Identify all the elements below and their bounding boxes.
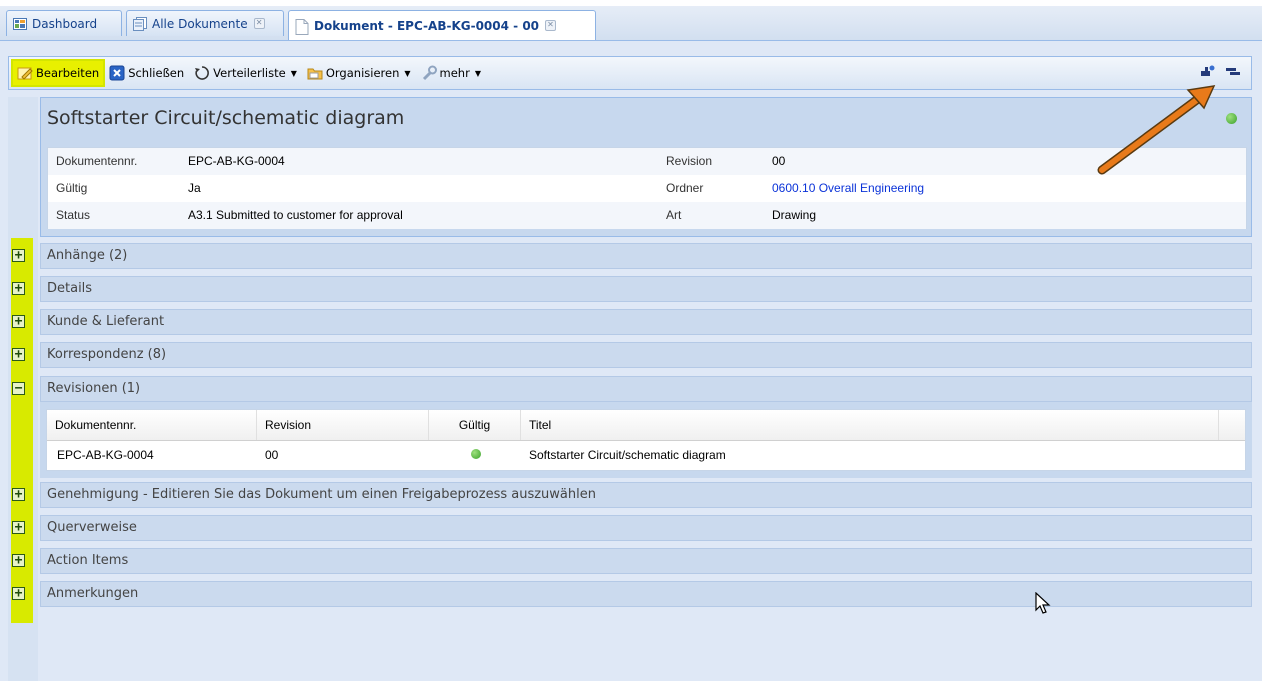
close-icon[interactable]: ✕	[253, 18, 265, 29]
type-label: Art	[666, 208, 682, 222]
close-icon[interactable]: ✕	[545, 20, 557, 31]
folder-icon	[307, 65, 323, 81]
document-info-table: Dokumentennr. EPC-AB-KG-0004 Revision 00…	[47, 147, 1247, 229]
docnr-label: Dokumentennr.	[56, 154, 138, 168]
distribution-list-button[interactable]: Verteilerliste ▼	[190, 61, 301, 85]
revision-label: Revision	[666, 154, 713, 168]
expand-icon[interactable]: +	[12, 488, 25, 501]
organize-button[interactable]: Organisieren ▼	[303, 61, 415, 85]
expand-icon[interactable]: +	[12, 282, 25, 295]
folder-label: Ordner	[666, 181, 704, 195]
toolbar-right	[1199, 63, 1241, 82]
revision-value: 00	[772, 154, 786, 168]
column-header-revision[interactable]: Revision	[257, 410, 429, 440]
tab-label: Dashboard	[32, 16, 98, 31]
valid-status-icon	[471, 449, 481, 459]
tab-label: Alle Dokumente	[152, 16, 248, 31]
tab-bar: Dashboard Alle Dokumente ✕ Dokument - EP…	[0, 0, 1262, 41]
edit-button[interactable]: Bearbeiten	[10, 59, 106, 87]
refresh-cycle-icon	[194, 65, 210, 81]
document-icon	[295, 18, 309, 35]
wrench-icon	[421, 65, 437, 81]
expand-icon[interactable]: +	[12, 587, 25, 600]
type-value: Drawing	[772, 208, 817, 222]
toolbar: Bearbeiten Schließen Verteilerliste ▼ Or…	[8, 56, 1252, 90]
cell-revision: 00	[265, 448, 279, 462]
tab-document[interactable]: Dokument - EPC-AB-KG-0004 - 00 ✕	[288, 10, 596, 40]
distribution-label: Verteilerliste	[213, 66, 286, 80]
section-label: Korrespondenz (8)	[47, 347, 167, 362]
mouse-cursor-icon	[1035, 592, 1051, 614]
close-button[interactable]: Schließen	[105, 61, 188, 85]
documents-icon	[133, 16, 147, 31]
expand-icon[interactable]: +	[12, 315, 25, 328]
section-label: Anmerkungen	[47, 586, 139, 601]
section-label: Genehmigung - Editieren Sie das Dokument…	[47, 487, 596, 502]
section-label: Kunde & Lieferant	[47, 314, 165, 329]
column-header-valid[interactable]: Gültig	[429, 410, 521, 440]
cell-title: Softstarter Circuit/schematic diagram	[529, 448, 726, 462]
chevron-down-icon: ▼	[474, 68, 481, 78]
section-customer-supplier[interactable]: Kunde & Lieferant	[40, 309, 1252, 335]
section-label: Revisionen (1)	[47, 381, 141, 396]
section-action-items[interactable]: Action Items	[40, 548, 1252, 574]
document-header: Softstarter Circuit/schematic diagram Do…	[40, 97, 1252, 237]
section-correspondence[interactable]: Korrespondenz (8)	[40, 342, 1252, 368]
status-indicator-icon	[1226, 113, 1237, 124]
valid-value: Ja	[188, 181, 201, 195]
add-user-icon[interactable]	[1199, 63, 1215, 82]
chevron-down-icon: ▼	[290, 68, 297, 78]
section-cross-references[interactable]: Querverweise	[40, 515, 1252, 541]
folder-link[interactable]: 0600.10 Overall Engineering	[772, 175, 924, 202]
column-header-title[interactable]: Titel	[521, 410, 1219, 440]
tab-all-documents[interactable]: Alle Dokumente ✕	[126, 10, 284, 36]
section-details[interactable]: Details	[40, 276, 1252, 302]
section-label: Anhänge (2)	[47, 248, 128, 263]
info-row: Dokumentennr. EPC-AB-KG-0004 Revision 00	[48, 148, 1246, 175]
section-label: Querverweise	[47, 520, 137, 535]
chevron-down-icon: ▼	[404, 68, 411, 78]
status-value: A3.1 Submitted to customer for approval	[188, 208, 403, 222]
expand-icon[interactable]: +	[12, 249, 25, 262]
tab-label: Dokument - EPC-AB-KG-0004 - 00	[314, 18, 540, 33]
more-button[interactable]: mehr ▼	[417, 61, 485, 85]
page-title: Softstarter Circuit/schematic diagram	[47, 107, 405, 129]
expand-icon[interactable]: +	[12, 554, 25, 567]
status-label: Status	[56, 208, 91, 222]
revisions-panel: Dokumentennr. Revision Gültig Titel EPC-…	[40, 402, 1252, 478]
revisions-grid: Dokumentennr. Revision Gültig Titel EPC-…	[46, 409, 1246, 471]
section-label: Details	[47, 281, 93, 296]
more-label: mehr	[439, 66, 470, 80]
edit-icon	[17, 65, 33, 81]
section-attachments[interactable]: Anhänge (2)	[40, 243, 1252, 269]
expand-icon[interactable]: +	[12, 348, 25, 361]
section-notes[interactable]: Anmerkungen	[40, 581, 1252, 607]
edit-label: Bearbeiten	[36, 66, 100, 80]
column-header-docnr[interactable]: Dokumentennr.	[47, 410, 257, 440]
close-label: Schließen	[128, 66, 185, 80]
valid-label: Gültig	[56, 181, 88, 195]
collapse-icon[interactable]: −	[12, 382, 25, 395]
dashboard-icon	[13, 17, 27, 31]
cell-docnr: EPC-AB-KG-0004	[57, 448, 154, 462]
docnr-value: EPC-AB-KG-0004	[188, 154, 285, 168]
organize-label: Organisieren	[325, 66, 400, 80]
info-row: Gültig Ja Ordner 0600.10 Overall Enginee…	[48, 175, 1246, 202]
collapse-panel-icon[interactable]	[1225, 63, 1241, 82]
section-approval[interactable]: Genehmigung - Editieren Sie das Dokument…	[40, 482, 1252, 508]
grid-header: Dokumentennr. Revision Gültig Titel	[47, 410, 1245, 441]
section-revisions[interactable]: Revisionen (1)	[40, 376, 1252, 402]
expand-icon[interactable]: +	[12, 521, 25, 534]
close-box-icon	[109, 65, 125, 81]
info-row: Status A3.1 Submitted to customer for ap…	[48, 202, 1246, 229]
section-label: Action Items	[47, 553, 129, 568]
tab-dashboard[interactable]: Dashboard	[6, 10, 122, 36]
